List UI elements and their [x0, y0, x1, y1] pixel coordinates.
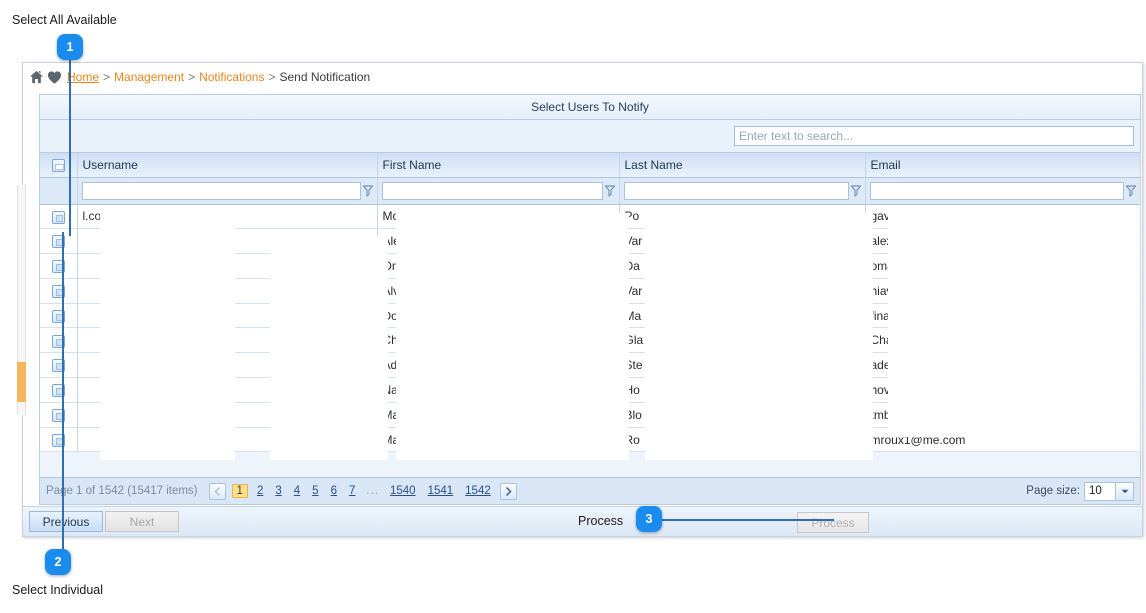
- column-header-username[interactable]: Username: [77, 153, 378, 178]
- row-select-cell[interactable]: [40, 352, 78, 379]
- row-select-cell[interactable]: [40, 303, 78, 329]
- pagination-info: Page 1 of 1542 (15417 items): [46, 485, 198, 497]
- funnel-icon[interactable]: [604, 185, 615, 197]
- filter-input-username[interactable]: [81, 181, 361, 200]
- annotation-badge-2: 2: [45, 549, 71, 575]
- page-size-select[interactable]: 10: [1084, 481, 1134, 501]
- grid-search-row: [40, 120, 1140, 153]
- row-select-cell[interactable]: [40, 427, 78, 453]
- table-header: Username First Name Last Name Email: [40, 153, 1141, 178]
- pagination-page-3[interactable]: 3: [275, 485, 281, 497]
- filter-cell-firstname: [377, 177, 620, 205]
- filter-row: [40, 177, 1141, 205]
- redaction-block: [100, 213, 235, 460]
- breadcrumb-separator: >: [268, 70, 276, 84]
- row-select-cell[interactable]: [40, 377, 78, 403]
- page-size-value: 10: [1089, 485, 1102, 497]
- process-button: Process: [797, 512, 869, 533]
- row-select-cell[interactable]: [40, 253, 78, 279]
- pagination-page-7[interactable]: 7: [349, 485, 355, 497]
- column-header-firstname[interactable]: First Name: [377, 153, 620, 178]
- pagination-page-1541[interactable]: 1541: [428, 485, 454, 497]
- pagination-next-button[interactable]: [499, 482, 517, 500]
- column-header-email[interactable]: Email: [865, 153, 1141, 178]
- annotation-leader-3: [662, 519, 834, 521]
- breadcrumb-separator: >: [103, 70, 111, 84]
- annotation-leader-2: [62, 232, 64, 550]
- pagination-page-1542[interactable]: 1542: [465, 485, 491, 497]
- redaction-block: [645, 213, 873, 460]
- row-checkbox[interactable]: [51, 210, 65, 224]
- screenshot-root: Select All Available 1 2 Select Individu…: [0, 0, 1146, 613]
- filter-cell-empty: [40, 177, 78, 205]
- funnel-icon[interactable]: [1125, 185, 1136, 197]
- filter-input-email[interactable]: [869, 181, 1124, 200]
- pagination-page-5[interactable]: 5: [312, 485, 318, 497]
- table-filter-body: [40, 177, 1141, 205]
- pagination-page-1540[interactable]: 1540: [390, 485, 416, 497]
- breadcrumb: Home > Management > Notifications > Send…: [23, 63, 1142, 87]
- pagination-ellipsis: ...: [366, 485, 379, 497]
- search-input[interactable]: [734, 126, 1134, 146]
- annotation-leader-1: [69, 58, 71, 236]
- pagination-page-1[interactable]: 1: [231, 484, 248, 498]
- chevron-down-icon[interactable]: [1115, 482, 1133, 500]
- pagination-bar: Page 1 of 1542 (15417 items) 1 2 3 4 5 6…: [40, 477, 1140, 504]
- redaction-block: [270, 236, 388, 460]
- header-row: Username First Name Last Name Email: [40, 153, 1141, 178]
- filter-input-lastname[interactable]: [623, 181, 849, 200]
- page-size-label: Page size:: [1026, 485, 1080, 497]
- row-select-cell[interactable]: [40, 327, 78, 354]
- breadcrumb-item-home[interactable]: Home: [67, 70, 99, 84]
- annotation-label-3: Process: [578, 514, 624, 528]
- redaction-block: [888, 213, 1140, 437]
- filter-cell-username: [77, 177, 378, 205]
- page-size-group: Page size: 10: [1026, 481, 1134, 501]
- breadcrumb-item-current: Send Notification: [279, 70, 371, 84]
- pagination-page-2[interactable]: 2: [257, 485, 263, 497]
- row-select-cell[interactable]: [40, 278, 78, 304]
- annotation-label-2: Select Individual: [12, 583, 104, 597]
- annotation-badge-3: 3: [636, 506, 662, 532]
- column-header-lastname[interactable]: Last Name: [619, 153, 866, 178]
- breadcrumb-item-notifications[interactable]: Notifications: [199, 70, 264, 84]
- select-all-header-cell[interactable]: [40, 153, 78, 178]
- home-icon[interactable]: [29, 70, 44, 85]
- filter-cell-email: [865, 177, 1141, 205]
- pagination-page-6[interactable]: 6: [331, 485, 337, 497]
- left-scrollbar-thumb[interactable]: [17, 362, 26, 402]
- select-all-checkbox[interactable]: [51, 158, 65, 172]
- redaction-block: [396, 213, 629, 460]
- funnel-icon[interactable]: [850, 185, 861, 197]
- pagination-page-4[interactable]: 4: [294, 485, 300, 497]
- breadcrumb-separator: >: [188, 70, 196, 84]
- heart-icon[interactable]: [47, 70, 62, 85]
- breadcrumb-item-management[interactable]: Management: [114, 70, 184, 84]
- grid-title: Select Users To Notify: [40, 95, 1140, 120]
- previous-button[interactable]: Previous: [29, 511, 103, 532]
- annotation-label-1: Select All Available: [12, 13, 117, 27]
- filter-input-firstname[interactable]: [381, 181, 603, 200]
- row-select-cell[interactable]: [40, 228, 78, 255]
- annotation-badge-1: 1: [57, 34, 83, 60]
- row-select-cell[interactable]: [40, 402, 78, 428]
- row-select-cell[interactable]: [40, 204, 78, 230]
- filter-cell-lastname: [619, 177, 866, 205]
- next-button: Next: [105, 511, 179, 532]
- pagination-prev-button[interactable]: [208, 482, 226, 500]
- funnel-icon[interactable]: [362, 185, 373, 197]
